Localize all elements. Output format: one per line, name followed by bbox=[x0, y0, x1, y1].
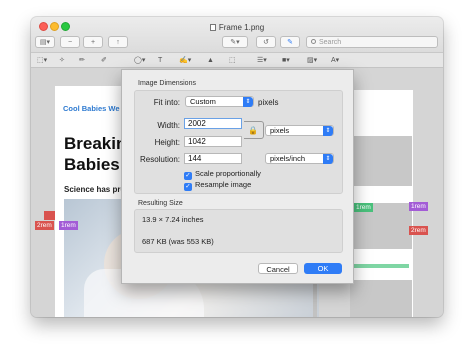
adjust-size-dialog: Image Dimensions Fit into: Custom ⇕ pixel… bbox=[121, 69, 354, 284]
instant-alpha-icon[interactable]: ✧ bbox=[59, 56, 65, 66]
draw-icon[interactable]: ✐ bbox=[101, 56, 107, 66]
zoom-in-button[interactable]: + bbox=[83, 36, 103, 48]
adjust-color-icon[interactable]: ▲ bbox=[207, 56, 214, 66]
site-title: Cool Babies We bbox=[63, 104, 120, 113]
fill-color-icon[interactable]: ▨▾ bbox=[307, 56, 317, 66]
markup-toggle-button[interactable]: ✎ bbox=[280, 36, 300, 48]
window-title: Frame 1.png bbox=[31, 23, 443, 32]
text-style-icon[interactable]: A▾ bbox=[331, 56, 339, 66]
scale-proportionally-checkbox[interactable]: ✓ Scale proportionally bbox=[184, 169, 261, 180]
line-style-icon[interactable]: ☰▾ bbox=[257, 56, 267, 66]
border-color-icon[interactable]: ■▾ bbox=[282, 56, 290, 66]
resample-image-checkbox[interactable]: ✓ Resample image bbox=[184, 180, 251, 191]
width-field[interactable]: 2002 bbox=[184, 118, 242, 129]
resulting-filesize: 687 KB (was 553 KB) bbox=[142, 237, 214, 246]
chevron-updown-icon: ⇕ bbox=[323, 154, 333, 164]
height-label: Height: bbox=[154, 138, 180, 147]
spacing-label: 2rem bbox=[35, 221, 54, 230]
subline: Science has pro bbox=[64, 185, 126, 194]
chevron-updown-icon: ⇕ bbox=[323, 126, 333, 136]
lock-icon[interactable]: 🔒 bbox=[248, 126, 258, 135]
resulting-size-title: Resulting Size bbox=[138, 200, 183, 207]
sketch-icon[interactable]: ✏ bbox=[79, 56, 85, 66]
document-icon bbox=[209, 24, 216, 31]
markup-pen-button[interactable]: ✎▾ bbox=[222, 36, 248, 48]
height-field[interactable]: 1042 bbox=[184, 136, 242, 147]
ok-button[interactable]: OK bbox=[304, 263, 342, 274]
cancel-button[interactable]: Cancel bbox=[258, 263, 298, 274]
rotate-button[interactable]: ↺ bbox=[256, 36, 276, 48]
fit-into-label: Fit into: bbox=[153, 98, 180, 107]
sidebar-view-button[interactable]: ▤▾ bbox=[35, 36, 55, 48]
selection-tool-icon[interactable]: ⬚▾ bbox=[37, 56, 47, 66]
spacing-label: 1rem bbox=[59, 221, 78, 230]
shapes-icon[interactable]: ◯▾ bbox=[134, 56, 145, 66]
markup-toolbar: ⬚▾ ✧ ✏ ✐ ◯▾ T ✍▾ ▲ ⬚ ☰▾ ■▾ ▨▾ A▾ bbox=[31, 52, 443, 68]
spacing-label: 1rem bbox=[409, 202, 428, 211]
share-button[interactable]: ↑ bbox=[108, 36, 128, 48]
spacing-guide bbox=[349, 264, 409, 268]
resulting-dimensions: 13.9 × 7.24 inches bbox=[142, 215, 204, 224]
section-title: Image Dimensions bbox=[138, 80, 196, 87]
dimension-unit-select[interactable]: pixels ⇕ bbox=[265, 125, 334, 136]
text-tool-icon[interactable]: T bbox=[158, 56, 162, 66]
resolution-label: Resolution: bbox=[139, 155, 180, 164]
chevron-updown-icon: ⇕ bbox=[243, 97, 253, 107]
checkmark-icon: ✓ bbox=[184, 183, 192, 191]
sign-icon[interactable]: ✍▾ bbox=[179, 56, 191, 66]
placeholder-block bbox=[350, 136, 412, 186]
fit-into-select[interactable]: Custom ⇕ bbox=[185, 96, 254, 107]
spacing-label: 2rem bbox=[409, 226, 428, 235]
adjust-size-icon[interactable]: ⬚ bbox=[229, 56, 236, 66]
resolution-unit-select[interactable]: pixels/inch ⇕ bbox=[265, 153, 334, 164]
checkmark-icon: ✓ bbox=[184, 172, 192, 180]
width-label: Width: bbox=[157, 121, 180, 130]
spacing-label: 1rem bbox=[354, 203, 373, 212]
headline: Breakin Babies bbox=[64, 134, 127, 174]
resolution-field[interactable]: 144 bbox=[184, 153, 242, 164]
title-bar: Frame 1.png ▤▾ − + ↑ ✎▾ ↺ ✎ Search bbox=[31, 17, 443, 52]
placeholder-block bbox=[350, 280, 412, 317]
fit-into-unit: pixels bbox=[258, 98, 279, 107]
search-input[interactable]: Search bbox=[306, 36, 438, 48]
spacing-label bbox=[44, 211, 55, 220]
zoom-out-button[interactable]: − bbox=[60, 36, 80, 48]
search-icon bbox=[311, 39, 316, 44]
